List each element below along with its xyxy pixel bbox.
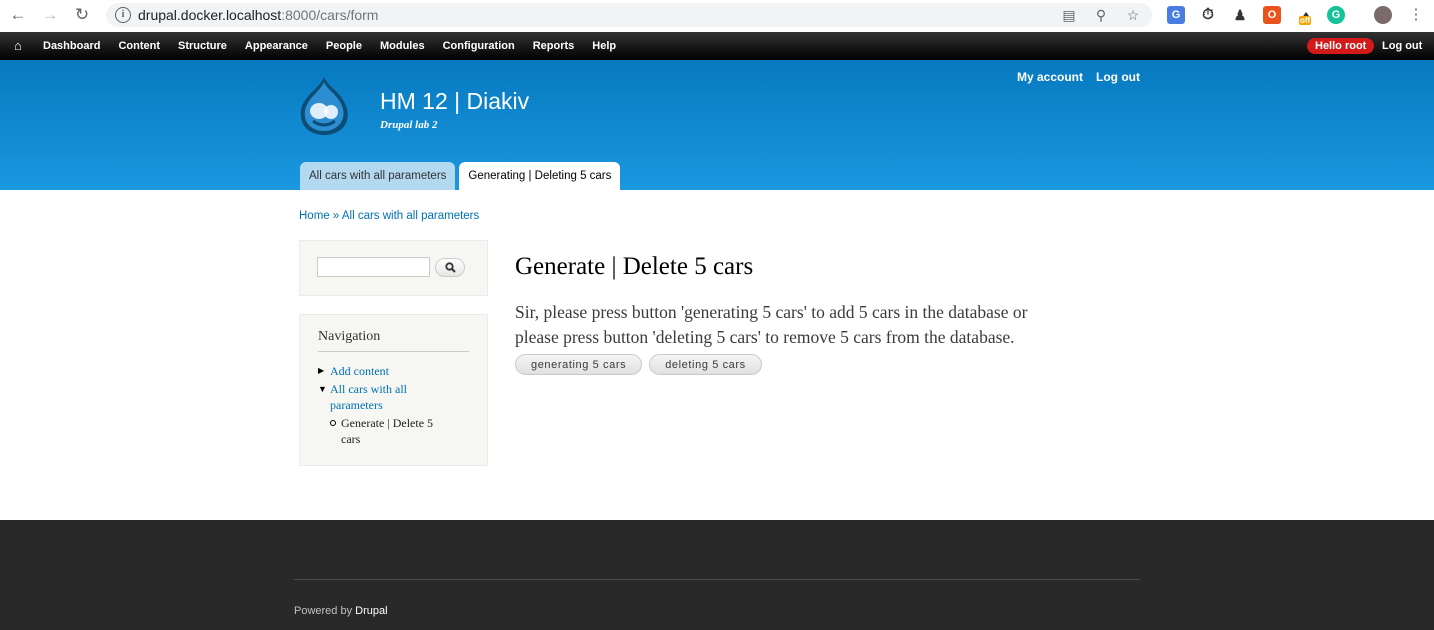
admin-menu-people[interactable]: People [326, 32, 362, 60]
generating-5-cars-button[interactable]: generating 5 cars [515, 354, 643, 375]
toolbar-logout-link[interactable]: Log out [1382, 32, 1422, 60]
admin-menu: Dashboard Content Structure Appearance P… [43, 32, 634, 60]
bookmark-star-icon[interactable]: ☆ [1124, 6, 1142, 24]
timer-extension-icon[interactable]: ⏱ [1199, 6, 1217, 24]
site-header: HM 12 | Diakiv Drupal lab 2 My account L… [0, 60, 1434, 190]
tabs: All cars with all parameters Generating … [300, 162, 624, 190]
admin-toolbar: ⌂ Dashboard Content Structure Appearance… [0, 32, 1434, 60]
drupal-logo[interactable] [297, 75, 351, 137]
breadcrumb-separator: » [332, 210, 340, 222]
search-block [299, 240, 488, 296]
spy-extension-icon[interactable]: ♟ [1231, 6, 1249, 24]
my-account-link[interactable]: My account [1017, 70, 1083, 84]
admin-menu-reports[interactable]: Reports [533, 32, 575, 60]
bullet-icon [330, 420, 336, 426]
collapsed-arrow-icon: ▶ [318, 366, 325, 375]
admin-menu-help[interactable]: Help [592, 32, 616, 60]
extension-off-badge: off [1299, 16, 1312, 25]
kebab-menu-icon[interactable]: ⋮ [1404, 4, 1428, 26]
deleting-5-cars-button[interactable]: deleting 5 cars [649, 354, 762, 375]
forward-arrow-icon[interactable]: → [38, 4, 62, 26]
browser-toolbar: ← → ↻ i drupal.docker.localhost:8000/car… [0, 0, 1434, 33]
badge-extension-icon[interactable]: ♦ off [1297, 6, 1315, 25]
drupal-link[interactable]: Drupal [355, 605, 387, 617]
translate-icon[interactable]: ▤ [1060, 6, 1078, 24]
breadcrumb-all-cars-link[interactable]: All cars with all parameters [342, 210, 479, 222]
nav-item-all-cars[interactable]: ▼ All cars with all parameters [318, 381, 407, 413]
reload-icon[interactable]: ↻ [70, 4, 94, 26]
secondary-menu: My account Log out [1017, 70, 1153, 84]
office-extension-icon[interactable]: O [1263, 6, 1281, 24]
nav-text-generate-delete[interactable]: Generate | Delete 5 [341, 416, 433, 430]
nav-link-add-content[interactable]: Add content [330, 364, 389, 378]
url-text[interactable]: drupal.docker.localhost:8000/cars/form [138, 6, 378, 24]
search-icon [445, 262, 456, 273]
expanded-arrow-icon: ▼ [318, 384, 327, 394]
google-translate-extension-icon[interactable]: G [1167, 6, 1185, 24]
header-logout-link[interactable]: Log out [1096, 70, 1140, 84]
admin-menu-structure[interactable]: Structure [178, 32, 227, 60]
intro-line-2: please press button 'deleting 5 cars' to… [515, 327, 1015, 347]
hello-user-badge[interactable]: Hello root [1307, 38, 1375, 54]
intro-line-1: Sir, please press button 'generating 5 c… [515, 302, 1028, 322]
profile-avatar[interactable] [1374, 6, 1392, 24]
navigation-block: Navigation ▶ Add content ▼ All cars with… [299, 314, 488, 466]
admin-menu-configuration[interactable]: Configuration [443, 32, 515, 60]
admin-menu-modules[interactable]: Modules [380, 32, 425, 60]
back-arrow-icon[interactable]: ← [6, 4, 30, 26]
zoom-icon[interactable]: ⚲ [1092, 6, 1110, 24]
nav-link-all-cars[interactable]: All cars with all [330, 382, 407, 396]
nav-text-generate-delete-line2[interactable]: cars [341, 432, 360, 446]
site-footer: Powered by Drupal [0, 520, 1434, 630]
nav-link-all-cars-line2[interactable]: parameters [330, 398, 383, 412]
footer-divider [294, 579, 1140, 580]
page-title: Generate | Delete 5 cars [515, 253, 754, 280]
breadcrumb: Home » All cars with all parameters [299, 210, 479, 222]
tab-generating-deleting[interactable]: Generating | Deleting 5 cars [459, 162, 621, 190]
search-input[interactable] [317, 257, 430, 277]
address-bar[interactable]: i drupal.docker.localhost:8000/cars/form… [106, 3, 1152, 27]
powered-by-text: Powered by [294, 605, 353, 617]
admin-menu-content[interactable]: Content [118, 32, 160, 60]
site-slogan: Drupal lab 2 [380, 119, 438, 131]
admin-menu-dashboard[interactable]: Dashboard [43, 32, 100, 60]
nav-item-add-content[interactable]: ▶ Add content [318, 363, 389, 379]
home-icon[interactable]: ⌂ [14, 38, 22, 54]
breadcrumb-home-link[interactable]: Home [299, 210, 330, 222]
grammarly-extension-icon[interactable]: G [1327, 6, 1345, 24]
form-actions: generating 5 cars deleting 5 cars [515, 354, 769, 375]
search-button[interactable] [435, 258, 465, 277]
intro-text: Sir, please press button 'generating 5 c… [515, 300, 1115, 350]
tab-all-cars[interactable]: All cars with all parameters [300, 162, 456, 190]
site-name[interactable]: HM 12 | Diakiv [380, 87, 529, 115]
info-icon[interactable]: i [115, 7, 131, 23]
powered-by: Powered by Drupal [294, 605, 388, 617]
navigation-title: Navigation [318, 329, 469, 352]
admin-menu-appearance[interactable]: Appearance [245, 32, 308, 60]
nav-item-generate-delete[interactable]: Generate | Delete 5 cars [330, 415, 433, 447]
